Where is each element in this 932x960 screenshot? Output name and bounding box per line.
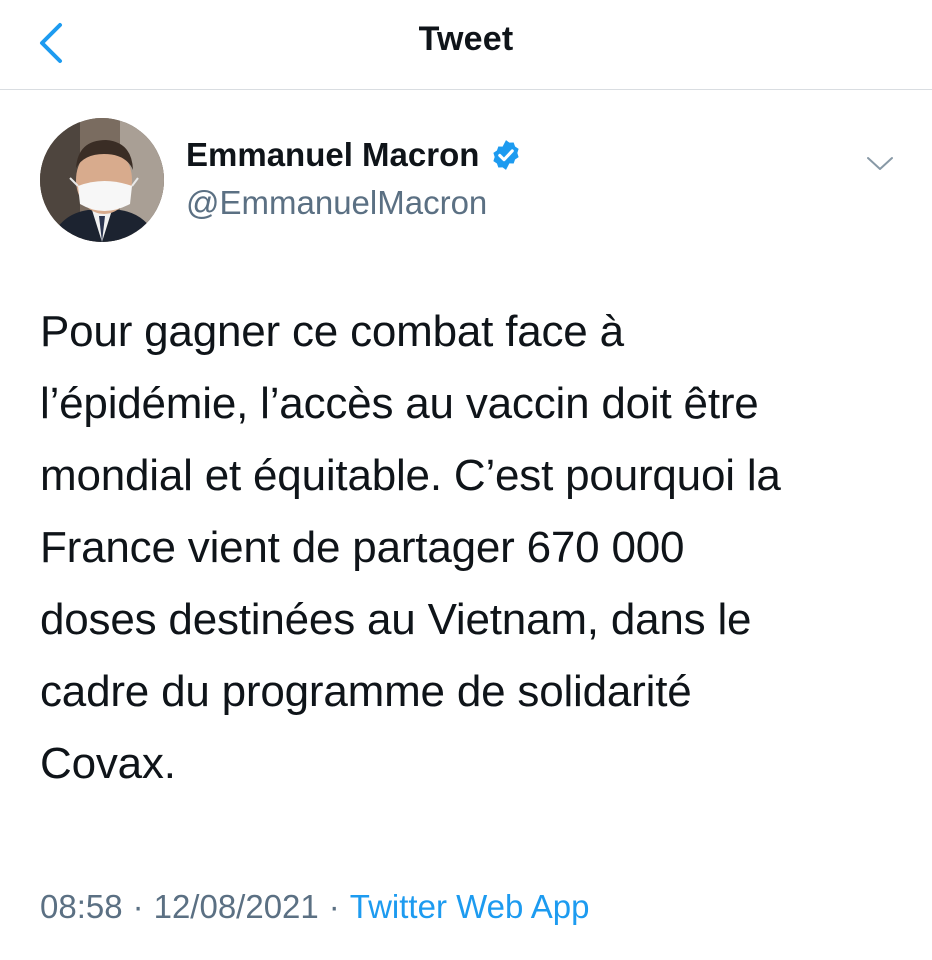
tweet-text: Pour gagner ce combat face à l’épidémie,… (40, 307, 781, 788)
more-options-button[interactable] (860, 144, 900, 184)
meta-separator: · (132, 888, 144, 925)
author-display-name[interactable]: Emmanuel Macron (186, 136, 479, 174)
avatar[interactable] (40, 118, 164, 242)
tweet-source-link[interactable]: Twitter Web App (350, 888, 590, 926)
tweet-date: 12/08/2021 (153, 888, 319, 925)
meta-separator: · (328, 888, 340, 925)
author-handle[interactable]: @EmmanuelMacron (186, 184, 487, 222)
tweet-author-header: Emmanuel Macron @EmmanuelMacron (40, 118, 900, 244)
page-title: Tweet (418, 20, 514, 58)
author-name-row[interactable]: Emmanuel Macron (186, 136, 523, 174)
tweet-metadata: 08:58 · 12/08/2021 · Twitter Web App (40, 888, 589, 926)
top-nav-bar: Tweet (0, 0, 932, 90)
verified-badge-icon (489, 138, 523, 172)
chevron-down-icon (867, 157, 893, 170)
tweet-time: 08:58 (40, 888, 123, 925)
